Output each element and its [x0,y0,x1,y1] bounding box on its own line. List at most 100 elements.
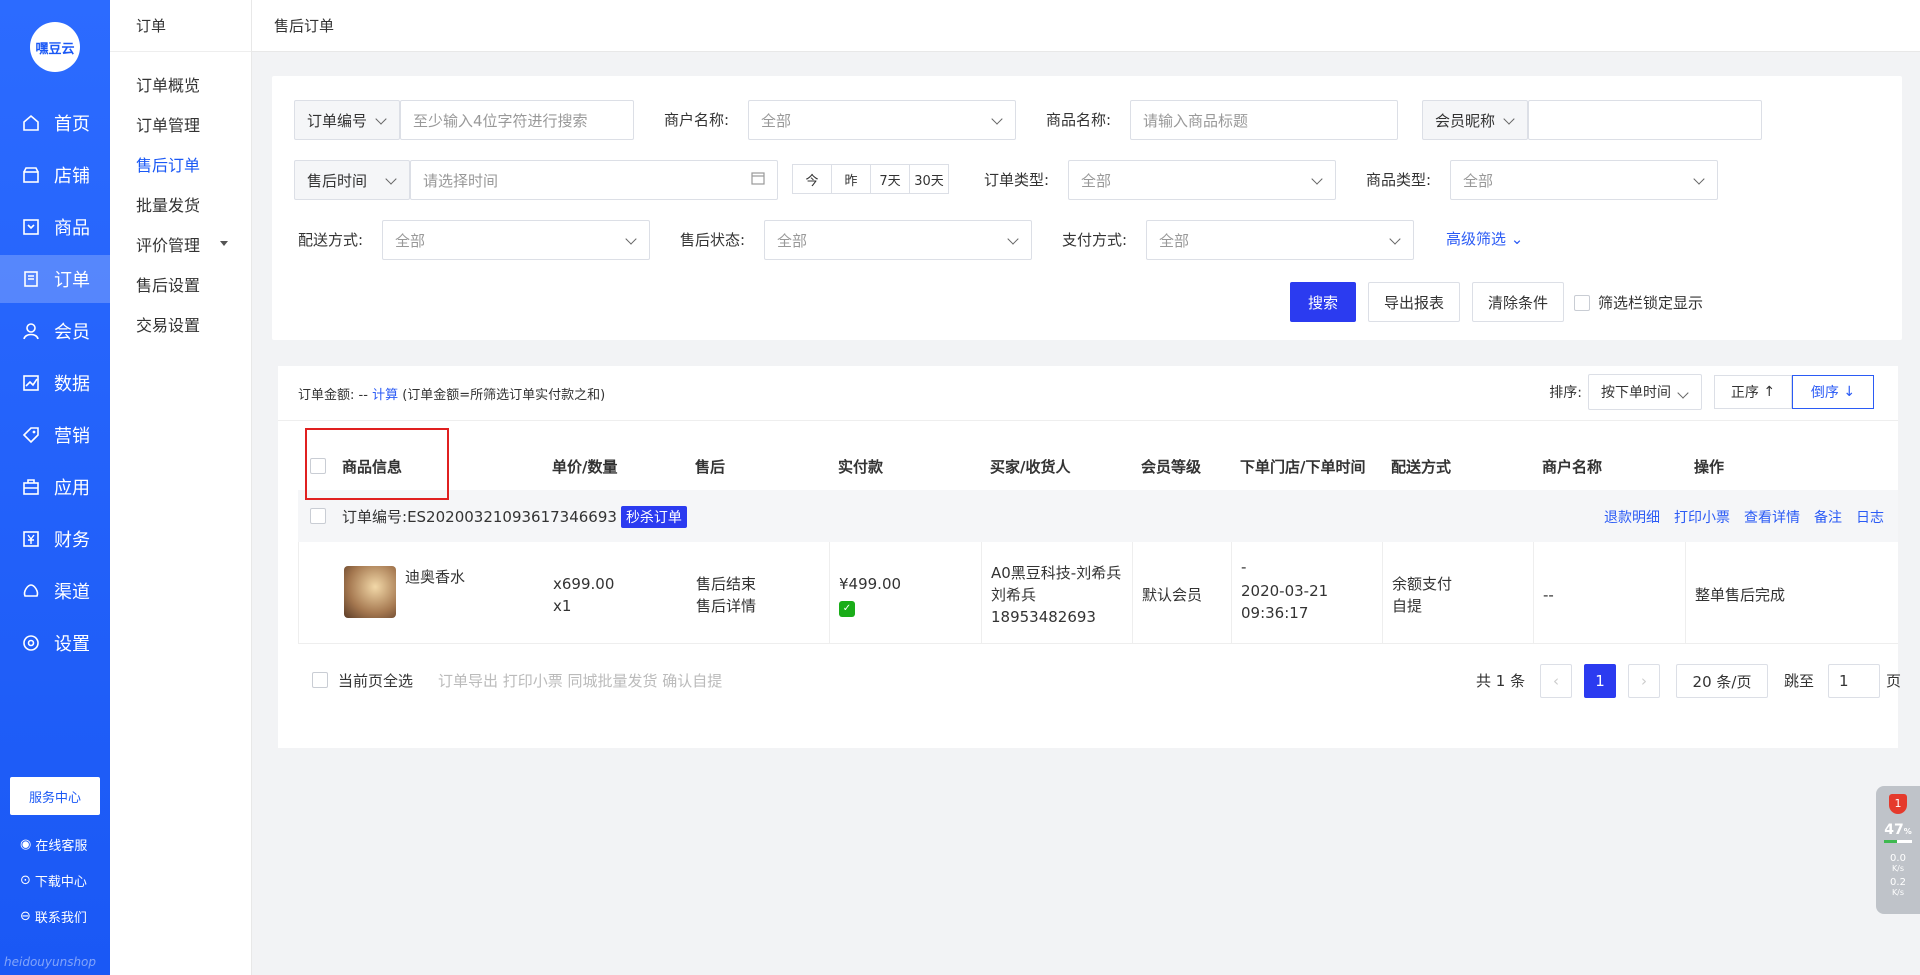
divider [278,420,1898,421]
header-delivery: 配送方式 [1391,458,1452,476]
lock-filter-checkbox[interactable] [1574,294,1590,311]
chevron-down-icon: ⌄ [1510,230,1524,248]
sort-label: 排序: [1549,385,1582,401]
goods-type-select[interactable]: 全部 [1450,160,1718,200]
date-chip-7days[interactable]: 7天 [870,164,910,194]
search-button[interactable]: 搜索 [1290,282,1356,322]
nav-item-member[interactable]: 会员 [0,307,110,355]
order-type-select[interactable]: 全部 [1068,160,1336,200]
sort-select[interactable]: 按下单时间 [1588,374,1702,410]
submenu-item-review[interactable]: 评价管理 [136,232,200,256]
lock-filter-toggle[interactable]: 筛选栏锁定显示 [1574,292,1703,313]
order-no-select[interactable]: 订单编号 [294,100,400,140]
clear-conditions-button[interactable]: 清除条件 [1472,282,1564,322]
payment-label: 支付方式: [1062,231,1128,249]
submenu-item-trade-settings[interactable]: 交易设置 [136,312,200,336]
nav-item-app[interactable]: 应用 [0,463,110,511]
aftersale-status-label: 售后状态: [680,231,746,249]
calendar-icon [751,171,765,189]
service-center-button[interactable]: 服务中心 [10,777,100,815]
receiver-phone: 18953482693 [991,608,1096,626]
aftersale-time-select[interactable]: 售后时间 [294,160,410,200]
chat-icon: ⊖ [20,909,31,924]
order-no-input[interactable]: 至少输入4位字符进行搜索 [400,100,634,140]
nav-item-order[interactable]: 订单 [0,255,110,303]
submenu-item-overview[interactable]: 订单概览 [136,72,200,96]
aftersale-detail-link[interactable]: 售后详情 [696,595,756,617]
aftersale-status-select[interactable]: 全部 [764,220,1032,260]
nav-item-data[interactable]: 数据 [0,359,110,407]
time-range-input[interactable]: 请选择时间 [410,160,778,200]
brand-footer-text: heidouyunshop [4,955,97,969]
calculate-link[interactable]: 计算 [372,388,398,403]
next-page-button[interactable]: › [1628,664,1660,698]
nav-item-label: 首页 [54,114,90,135]
summary-value: -- [358,388,368,403]
delivery-label: 配送方式: [298,231,364,249]
nav-item-settings[interactable]: 设置 [0,619,110,667]
bulk-actions[interactable]: 订单导出 打印小票 同城批量发货 确认自提 [438,670,722,691]
nav-item-finance[interactable]: 财务 [0,515,110,563]
nav-item-label: 店铺 [54,166,90,187]
print-receipt-link[interactable]: 打印小票 [1674,510,1730,526]
date-chip-30days[interactable]: 30天 [909,164,949,194]
nav-item-channel[interactable]: 渠道 [0,567,110,615]
jump-page-input[interactable]: 1 [1828,664,1880,698]
goods-type-label: 商品类型: [1366,171,1432,189]
advanced-filter-label: 高级筛选 [1446,230,1507,248]
advanced-filter-link[interactable]: 高级筛选 ⌄ [1446,228,1523,249]
buyer-link[interactable]: A0黑豆科技-刘希兵 [991,562,1121,584]
order-checkbox[interactable] [310,508,326,524]
brand-logo[interactable]: 嘿豆云 [30,22,80,72]
network-monitor-widget[interactable]: 1 47% 0.0 K/s 0.2 K/s [1876,786,1920,914]
prev-page-button[interactable]: ‹ [1540,664,1572,698]
submenu-item-aftersale[interactable]: 售后订单 [136,152,200,176]
table-row: 迪奥香水 x699.00 x1 售后结束 售后详情 ¥499.00 ✓ A0黑豆… [298,542,1898,644]
payment-select[interactable]: 全部 [1146,220,1414,260]
product-name[interactable]: 迪奥香水 [405,566,465,588]
page-1-button[interactable]: 1 [1584,664,1616,698]
nav-item-store[interactable]: 店铺 [0,151,110,199]
nav-item-label: 财务 [54,530,90,551]
log-link[interactable]: 日志 [1856,510,1884,526]
nav-item-label: 营销 [54,426,90,447]
column-divider [1231,542,1232,644]
goods-name-input[interactable]: 请输入商品标题 [1130,100,1398,140]
submenu-item-aftersale-settings[interactable]: 售后设置 [136,272,200,296]
quantity: x1 [553,597,572,615]
merchant-select[interactable]: 全部 [748,100,1016,140]
nav-item-goods[interactable]: 商品 [0,203,110,251]
nav-item-home[interactable]: 首页 [0,99,110,147]
desc-button[interactable]: 倒序 ↓ [1792,375,1874,409]
shield-icon: 1 [1889,794,1907,814]
nav-item-marketing[interactable]: 营销 [0,411,110,459]
download-center-label: 下载中心 [34,875,87,890]
product-thumbnail[interactable] [344,566,396,618]
view-detail-link[interactable]: 查看详情 [1744,510,1800,526]
store-icon [20,164,42,186]
remark-link[interactable]: 备注 [1814,510,1842,526]
merchant-name: -- [1543,586,1554,604]
delivery-select[interactable]: 全部 [382,220,650,260]
page-suffix: 页 [1886,672,1902,690]
export-report-button[interactable]: 导出报表 [1368,282,1460,322]
contact-us-link[interactable]: ⊖ 联系我们 [20,907,87,926]
page-size-select[interactable]: 20 条/页 [1676,664,1768,698]
online-service-link[interactable]: ◉ 在线客服 [20,835,87,854]
member-input[interactable] [1528,100,1762,140]
desc-label: 倒序 [1810,385,1839,401]
refund-detail-link[interactable]: 退款明细 [1604,510,1660,526]
download-center-link[interactable]: ⊙ 下载中心 [20,871,87,890]
asc-button[interactable]: 正序 ↑ [1714,375,1792,409]
receiver-name: 刘希兵 [991,586,1037,604]
submenu-item-order-manage[interactable]: 订单管理 [136,112,200,136]
highlight-box [305,428,449,500]
date-chip-yesterday[interactable]: 昨 [831,164,871,194]
nav-item-label: 数据 [54,374,90,395]
submenu-item-batch-ship[interactable]: 批量发货 [136,192,200,216]
caret-down-icon[interactable] [220,241,228,246]
pay-method: 余额支付 [1392,575,1453,593]
date-chip-today[interactable]: 今 [792,164,832,194]
page-select-all-checkbox[interactable] [312,672,328,688]
member-select[interactable]: 会员昵称 [1422,100,1528,140]
